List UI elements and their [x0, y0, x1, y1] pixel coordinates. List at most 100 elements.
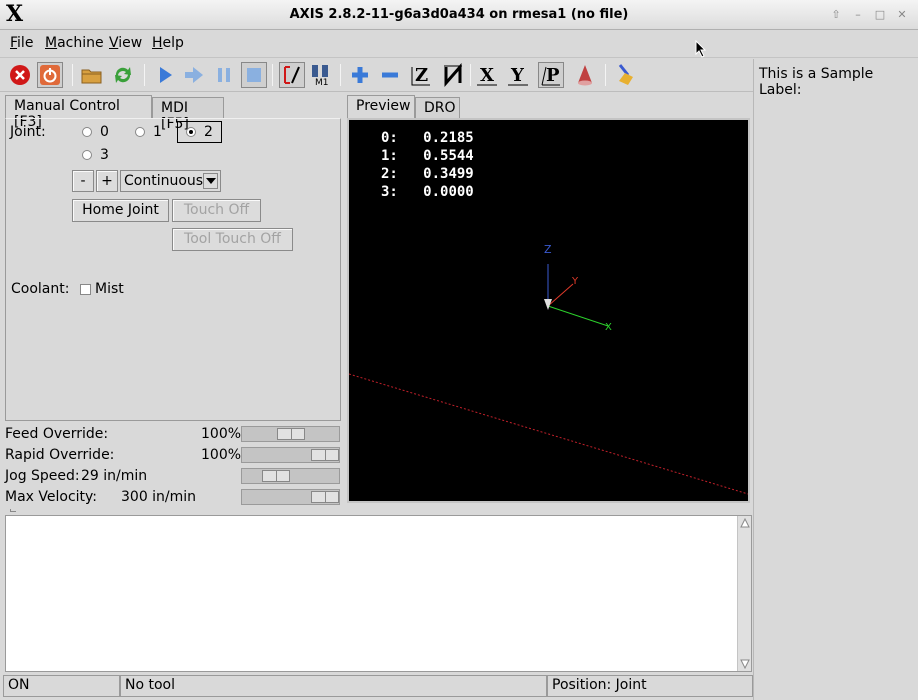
gcode-text-area[interactable]: [5, 515, 752, 672]
zoom-out-button[interactable]: [377, 62, 403, 88]
joint-radio-2[interactable]: 2: [177, 121, 222, 143]
svg-text:P: P: [546, 65, 560, 86]
mist-checkbox[interactable]: Mist: [80, 281, 124, 297]
pause-button[interactable]: [211, 62, 237, 88]
slider-thumb[interactable]: [311, 491, 339, 503]
maximize-icon[interactable]: □: [873, 8, 887, 22]
feed-override-label: Feed Override:: [5, 426, 109, 442]
toolbar-separator: [605, 64, 606, 86]
limit-line: [349, 373, 748, 495]
machine-power-button[interactable]: [37, 62, 63, 88]
svg-text:Y: Y: [510, 65, 525, 86]
jog-increment-select[interactable]: Continuous: [120, 170, 221, 192]
window-title: AXIS 2.8.2-11-g6a3d0a434 on rmesa1 (no f…: [289, 7, 629, 22]
menu-machine[interactable]: Machine: [45, 35, 104, 51]
tab-manual-control[interactable]: Manual Control [F3]: [5, 95, 152, 130]
dropdown-arrow-icon: [203, 173, 218, 189]
menu-file[interactable]: File: [10, 35, 33, 51]
tab-preview[interactable]: Preview: [347, 95, 415, 119]
optional-stop-button[interactable]: M1: [308, 62, 334, 88]
right-panel-divider: [753, 59, 754, 700]
manual-control-panel: [5, 118, 341, 421]
view-y-button[interactable]: Y: [505, 62, 531, 88]
axes-origin-graphic: Z X Y: [349, 243, 748, 495]
rapid-override-value: 100%: [201, 447, 242, 463]
run-button[interactable]: [152, 62, 178, 88]
toolbar-separator: [340, 64, 341, 86]
broom-icon: [618, 64, 633, 85]
preview-canvas[interactable]: 0: 0.2185 1: 0.5544 2: 0.3499 3: 0.0000 …: [347, 118, 750, 503]
slider-thumb[interactable]: [277, 428, 305, 440]
tool-touch-off-button[interactable]: Tool Touch Off: [172, 228, 293, 251]
view-z-icon: Z: [411, 65, 430, 86]
y-axis-line: [547, 283, 574, 307]
sample-label: This is a Sample Label:: [759, 66, 874, 98]
view-perspective-button[interactable]: P: [538, 62, 564, 88]
toolbar-separator: [144, 64, 145, 86]
pause-icon: [218, 68, 230, 82]
coolant-label: Coolant:: [11, 281, 70, 297]
zoom-in-icon: [352, 67, 368, 83]
folder-icon: [81, 69, 102, 84]
reload-icon: [115, 67, 131, 83]
clear-backplot-button[interactable]: [614, 62, 640, 88]
svg-text:X: X: [480, 65, 494, 86]
scroll-down-icon[interactable]: [740, 659, 750, 669]
zoom-in-button[interactable]: [347, 62, 373, 88]
rotate-view-button[interactable]: [572, 62, 598, 88]
cone-tool-icon: [578, 65, 592, 86]
tab-mdi[interactable]: MDI [F5]: [152, 97, 224, 132]
slider-thumb[interactable]: [311, 449, 339, 461]
jog-speed-slider[interactable]: [241, 468, 340, 484]
minimize-icon[interactable]: –: [851, 8, 865, 22]
step-icon: [185, 67, 203, 83]
console-scrollbar[interactable]: [737, 516, 751, 671]
feed-override-slider[interactable]: [241, 426, 340, 442]
block-delete-button[interactable]: [279, 62, 305, 88]
open-file-button[interactable]: [79, 62, 105, 88]
view-rotated-z-button[interactable]: [440, 62, 466, 88]
zoom-out-icon: [382, 72, 398, 78]
menu-view[interactable]: View: [109, 35, 142, 51]
slider-thumb[interactable]: [262, 470, 290, 482]
joint-label: Joint:: [10, 124, 46, 140]
estop-button[interactable]: [7, 62, 33, 88]
max-velocity-value: 300 in/min: [121, 489, 197, 505]
radio-icon: [135, 127, 145, 137]
jog-plus-button[interactable]: +: [96, 170, 118, 192]
stop-button[interactable]: [241, 62, 267, 88]
view-y-icon: Y: [508, 65, 528, 86]
rapid-override-slider[interactable]: [241, 447, 340, 463]
view-z-button[interactable]: Z: [408, 62, 434, 88]
status-machine-state: ON: [3, 675, 120, 697]
view-x-button[interactable]: X: [474, 62, 500, 88]
menu-help[interactable]: Help: [152, 35, 184, 51]
radio-icon: [82, 127, 92, 137]
svg-text:M1: M1: [315, 78, 329, 87]
jog-minus-button[interactable]: -: [72, 170, 94, 192]
touch-off-button[interactable]: Touch Off: [172, 199, 261, 222]
toolbar-separator: [272, 64, 273, 86]
pane-sash[interactable]: [10, 509, 16, 512]
z-axis-label: Z: [544, 243, 552, 256]
jog-speed-label: Jog Speed:: [5, 468, 80, 484]
tab-dro[interactable]: DRO: [415, 97, 460, 119]
reload-button[interactable]: [110, 62, 136, 88]
svg-text:Z: Z: [415, 65, 428, 86]
feed-override-value: 100%: [201, 426, 242, 442]
block-delete-icon: [284, 66, 300, 84]
step-button[interactable]: [181, 62, 207, 88]
view-perspective-icon: P: [541, 65, 560, 86]
home-joint-button[interactable]: Home Joint: [72, 199, 169, 222]
joint-radio-0[interactable]: 0: [82, 124, 109, 140]
rapid-override-label: Rapid Override:: [5, 447, 115, 463]
tool-cone-icon: [544, 299, 552, 310]
scroll-up-icon[interactable]: [740, 518, 750, 528]
close-icon[interactable]: ✕: [895, 8, 909, 22]
shade-icon[interactable]: ⇧: [829, 8, 843, 22]
max-velocity-slider[interactable]: [241, 489, 340, 505]
joint-radio-1[interactable]: 1: [135, 124, 162, 140]
radio-icon: [82, 150, 92, 160]
joint-radio-3[interactable]: 3: [82, 147, 109, 163]
jog-speed-value: 29 in/min: [81, 468, 148, 484]
